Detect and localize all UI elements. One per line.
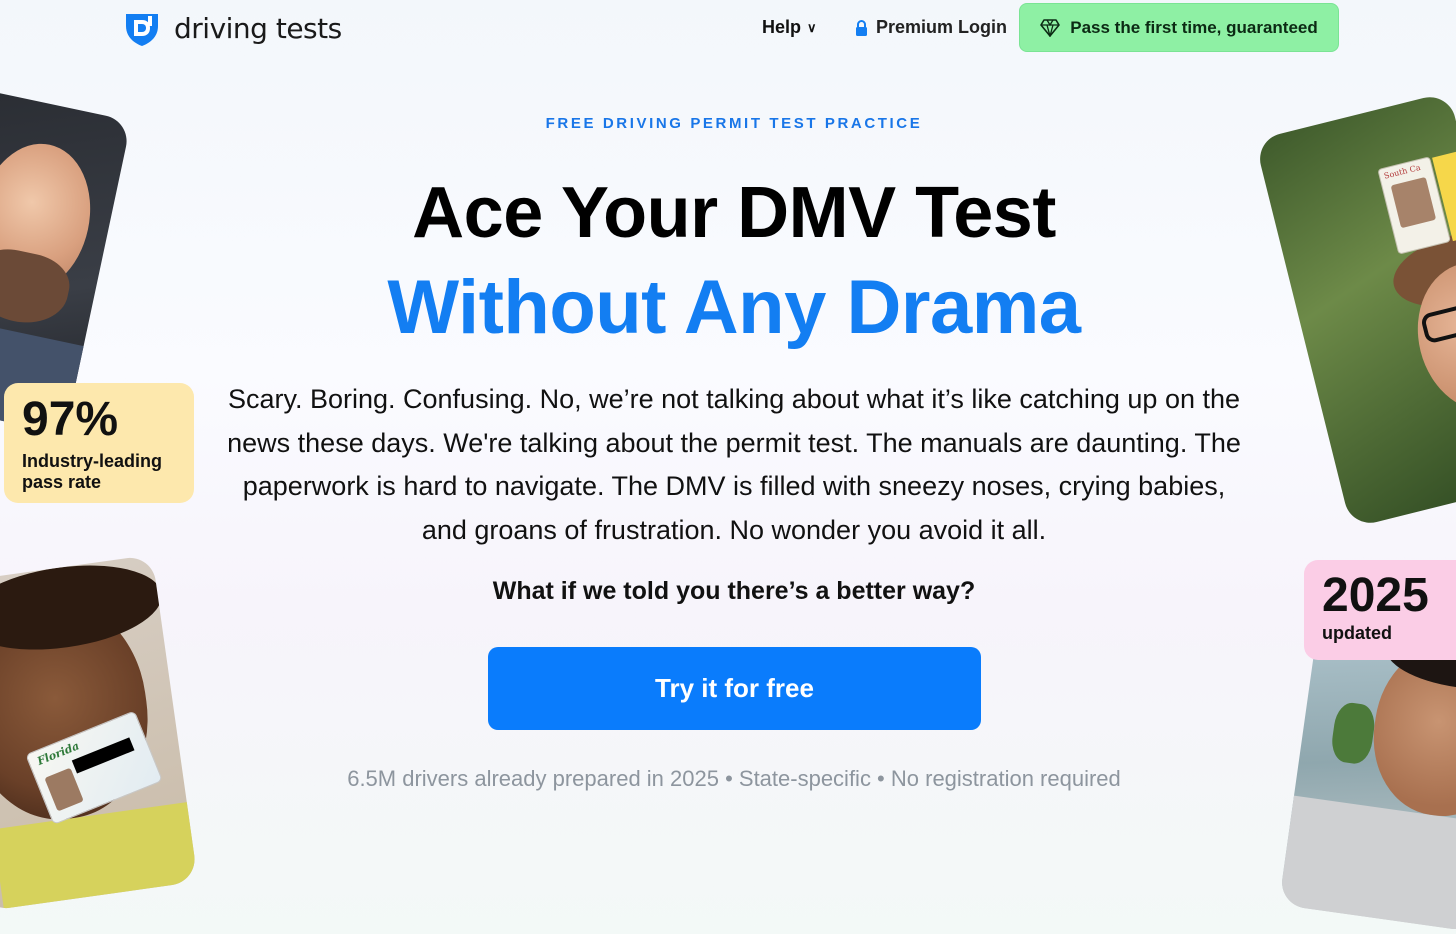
premium-login-label: Premium Login	[876, 17, 1008, 37]
pass-rate-label: Industry-leading pass rate	[22, 451, 163, 492]
logo-text: driving tests	[174, 11, 342, 45]
testimonial-photo-man	[0, 85, 132, 435]
pass-rate-value: 97%	[22, 393, 119, 446]
testimonial-photo-woman-license: Florida	[0, 554, 198, 912]
hero-body-text: Scary. Boring. Confusing. No, we’re not …	[227, 384, 1241, 545]
hero-question: What if we told you there’s a better way…	[492, 577, 976, 605]
hero-eyebrow: FREE DRIVING PERMIT TEST PRACTICE	[545, 115, 923, 132]
premium-login-link[interactable]: Premium Login	[855, 17, 1007, 38]
guarantee-button[interactable]: Pass the first time, guaranteed	[1019, 3, 1339, 52]
nav-help[interactable]: Help ∨	[762, 17, 817, 38]
chevron-down-icon: ∨	[807, 19, 817, 35]
updated-badge: 2025 updated	[1304, 560, 1456, 660]
headline-line-1: Ace Your DMV Test	[412, 173, 1056, 253]
diamond-icon	[1040, 18, 1061, 37]
try-free-button[interactable]: Try it for free	[488, 647, 981, 730]
updated-label: updated	[1322, 623, 1392, 643]
pass-rate-badge: 97% Industry-leading pass rate	[4, 383, 194, 503]
headline-line-2: Without Any Drama	[387, 265, 1081, 350]
logo[interactable]: driving tests	[122, 8, 342, 48]
try-free-button-label: Try it for free	[655, 673, 814, 703]
guarantee-button-label: Pass the first time, guaranteed	[1070, 17, 1318, 37]
trust-line: 6.5M drivers already prepared in 2025 • …	[347, 766, 1121, 791]
nav-help-label: Help	[762, 17, 802, 37]
logo-icon	[126, 14, 158, 46]
lock-icon	[856, 19, 867, 36]
